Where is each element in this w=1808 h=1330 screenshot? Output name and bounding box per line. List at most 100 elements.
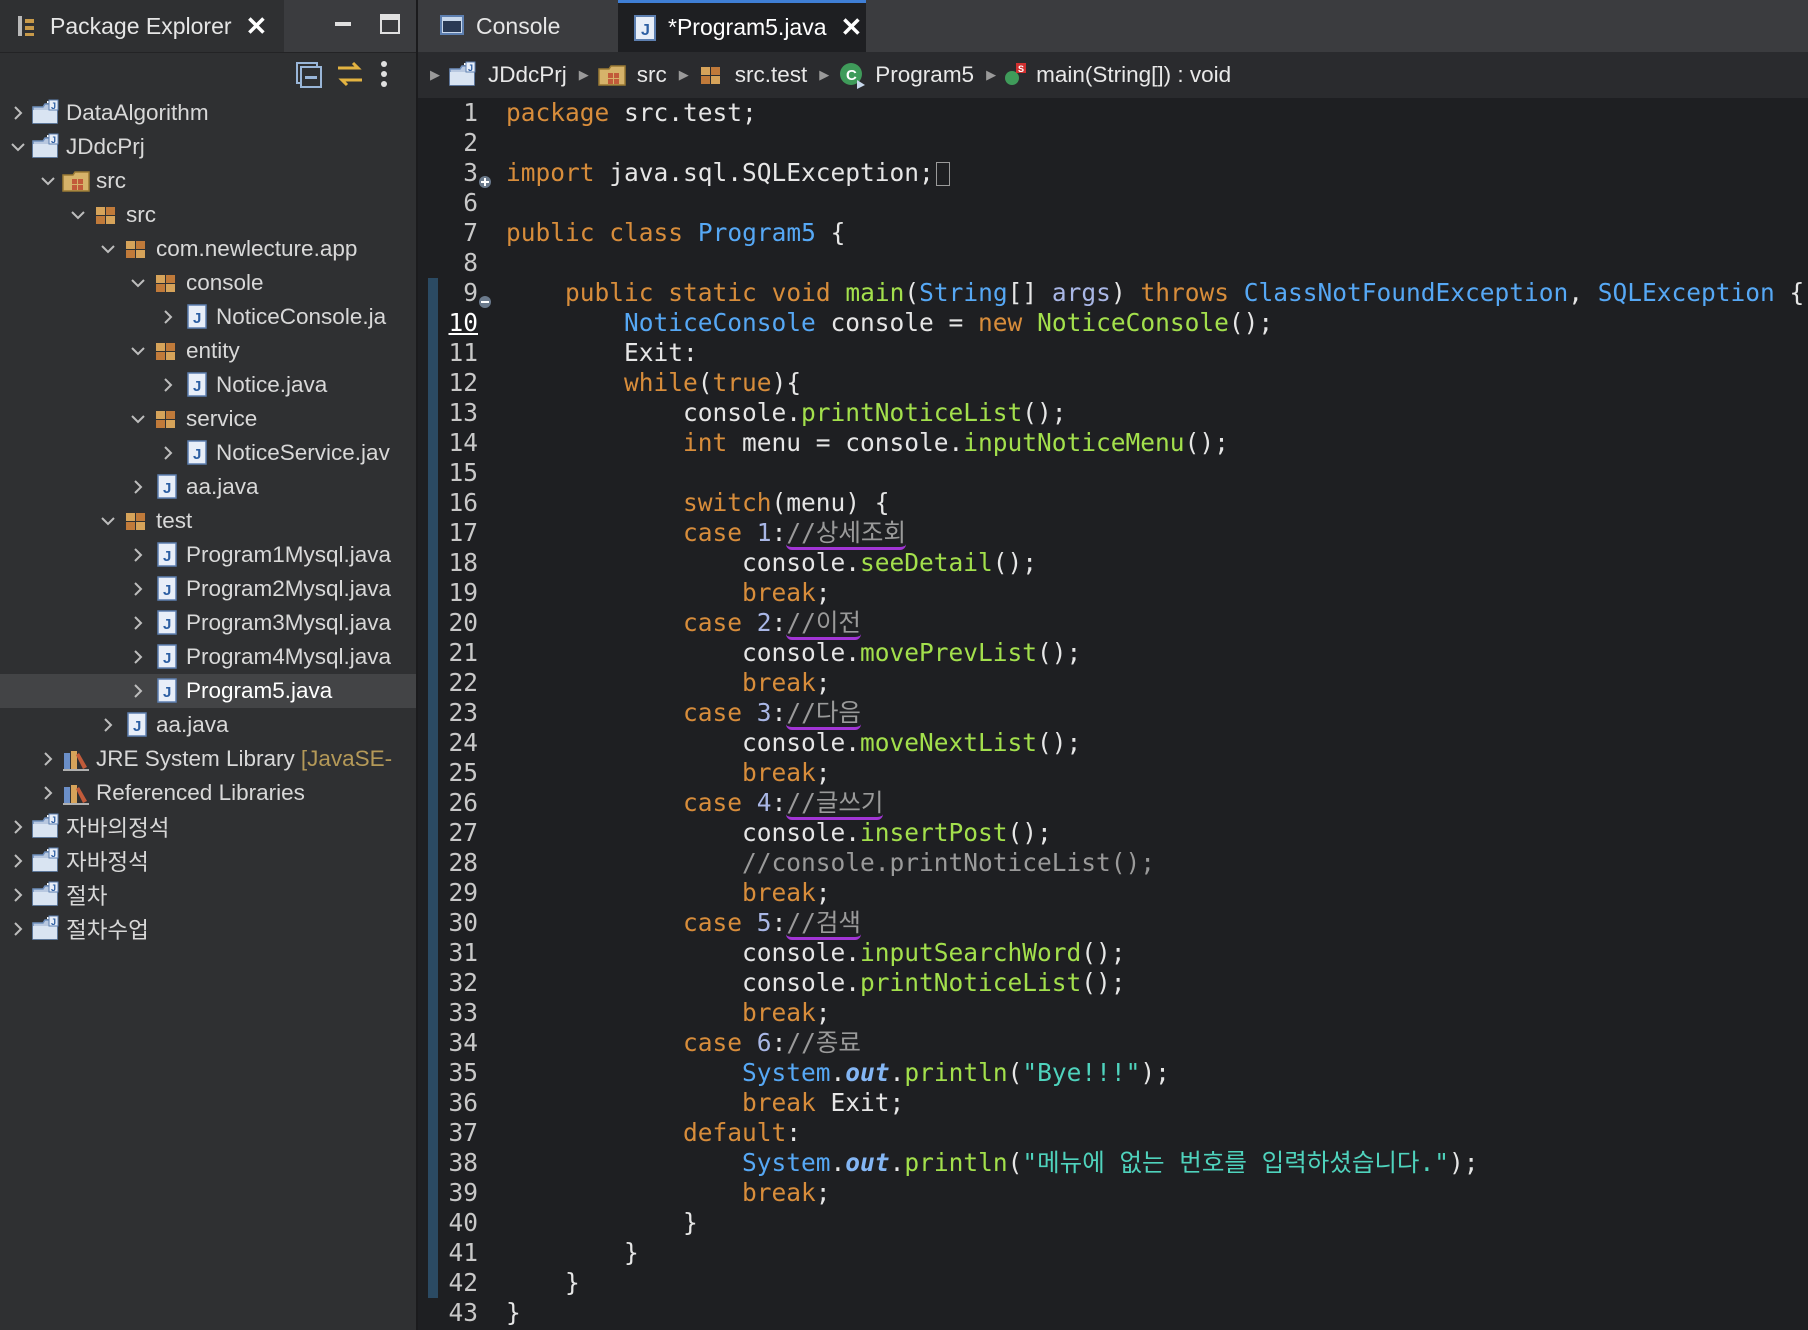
tree-item[interactable]: Referenced Libraries [0, 776, 416, 810]
maximize-icon[interactable] [378, 12, 402, 36]
tree-item-label: NoticeConsole.ja [216, 304, 387, 329]
chevron-right-icon[interactable] [128, 647, 148, 667]
code-token: console. [506, 968, 861, 997]
chevron-right-icon[interactable] [8, 817, 28, 837]
tree-item[interactable]: src [0, 164, 416, 198]
tree-item[interactable]: J Program5.java [0, 674, 416, 708]
tab-program5-java[interactable]: J *Program5.java ✕ [618, 0, 866, 52]
code-token: . [830, 1148, 846, 1177]
breadcrumb-item[interactable]: src.test [697, 61, 807, 89]
chevron-down-icon[interactable] [98, 511, 118, 531]
code-token: printNoticeList [801, 398, 1023, 427]
chevron-down-icon[interactable] [98, 239, 118, 259]
code-token: . [889, 1148, 905, 1177]
tree-item[interactable]: J Program1Mysql.java [0, 538, 416, 572]
tree-item[interactable]: J 자바정석 [0, 844, 416, 878]
svg-text:J: J [51, 101, 56, 111]
tree-item[interactable]: test [0, 504, 416, 538]
breadcrumb-item[interactable]: J JDdcPrj [448, 61, 567, 89]
tree-item[interactable]: J Program2Mysql.java [0, 572, 416, 606]
chevron-right-icon[interactable] [158, 307, 178, 327]
tree-item[interactable]: service [0, 402, 416, 436]
code-text: } [506, 1268, 580, 1298]
chevron-down-icon[interactable] [38, 171, 58, 191]
tree-item[interactable]: entity [0, 334, 416, 368]
code-token: console. [506, 638, 861, 667]
svg-text:J: J [51, 883, 56, 893]
code-token: package [506, 98, 610, 127]
breadcrumb-item[interactable]: src [597, 61, 667, 89]
tree-item[interactable]: Jaa.java [0, 470, 416, 504]
fold-expand-icon[interactable] [478, 166, 492, 188]
tree-item[interactable]: J Program3Mysql.java [0, 606, 416, 640]
code-editor[interactable]: 1 package src.test; 2 3 import java.sql.SQLE… [418, 98, 1808, 1330]
chevron-right-icon[interactable] [158, 375, 178, 395]
code-token: ; [815, 578, 831, 607]
tree-item-label: Referenced Libraries [96, 780, 305, 805]
tree-item[interactable]: J 절차수업 [0, 912, 416, 946]
code-token: ( [697, 368, 713, 397]
collapse-all-icon[interactable] [292, 58, 324, 90]
minimize-icon[interactable] [332, 12, 356, 36]
breadcrumb-item[interactable]: C Program5 [837, 60, 974, 90]
folded-region-marker[interactable] [935, 162, 950, 186]
tree-item[interactable]: J Program4Mysql.java [0, 640, 416, 674]
tree-item[interactable]: JRE System Library [JavaSE- [0, 742, 416, 776]
chevron-right-icon[interactable] [8, 851, 28, 871]
svg-text:J: J [51, 849, 56, 859]
chevron-right-icon[interactable] [8, 919, 28, 939]
chevron-right-icon[interactable] [38, 783, 58, 803]
code-token: : [786, 1118, 802, 1147]
chevron-right-icon[interactable] [128, 681, 148, 701]
chevron-down-icon[interactable] [128, 341, 148, 361]
svg-text:J: J [163, 480, 171, 497]
package-explorer-tab[interactable]: Package Explorer ✕ [0, 0, 284, 52]
tree-item[interactable]: Jaa.java [0, 708, 416, 742]
close-icon[interactable]: ✕ [841, 12, 863, 43]
chevron-right-icon[interactable] [128, 613, 148, 633]
chevron-right-icon[interactable] [128, 545, 148, 565]
code-text: console.insertPost(); [506, 818, 1052, 848]
code-text: console.movePrevList(); [506, 638, 1081, 668]
fold-collapse-icon[interactable] [478, 286, 492, 308]
breadcrumb-item[interactable]: Smain(String[]) : void [1004, 62, 1231, 88]
breadcrumb-label: src [636, 62, 667, 87]
view-menu-icon[interactable] [378, 58, 410, 90]
chevron-right-icon[interactable] [8, 103, 28, 123]
chevron-right-icon[interactable] [128, 477, 148, 497]
close-icon[interactable]: ✕ [246, 11, 268, 42]
tree-item[interactable]: J 자바의정석 [0, 810, 416, 844]
line-number: 25 [448, 758, 478, 787]
tree-item[interactable]: console [0, 266, 416, 300]
svg-text:J: J [51, 815, 56, 825]
tree-item[interactable]: J JDdcPrj [0, 130, 416, 164]
link-with-editor-icon[interactable] [334, 58, 366, 90]
tree-item-label: console [186, 270, 264, 295]
chevron-right-icon[interactable] [98, 715, 118, 735]
tree-item[interactable]: J DataAlgorithm [0, 96, 416, 130]
chevron-down-icon[interactable] [128, 273, 148, 293]
line-number: 11 [448, 338, 478, 367]
chevron-right-icon[interactable] [158, 443, 178, 463]
chevron-right-icon[interactable] [128, 579, 148, 599]
tree-item[interactable]: src [0, 198, 416, 232]
tree-item[interactable]: J 절차 [0, 878, 416, 912]
chevron-right-icon[interactable] [8, 885, 28, 905]
tree-item[interactable]: J NoticeConsole.ja [0, 300, 416, 334]
tree-item[interactable]: J NoticeService.jav [0, 436, 416, 470]
chevron-down-icon[interactable] [68, 205, 88, 225]
tree-item[interactable]: J Notice.java [0, 368, 416, 402]
chevron-down-icon[interactable] [128, 409, 148, 429]
line-number: 1 [463, 98, 478, 127]
tree-item[interactable]: com.newlecture.app [0, 232, 416, 266]
tab-console[interactable]: Console [428, 0, 613, 52]
chevron-right-icon[interactable] [38, 749, 58, 769]
chevron-down-icon[interactable] [8, 137, 28, 157]
code-token: break [742, 998, 816, 1027]
